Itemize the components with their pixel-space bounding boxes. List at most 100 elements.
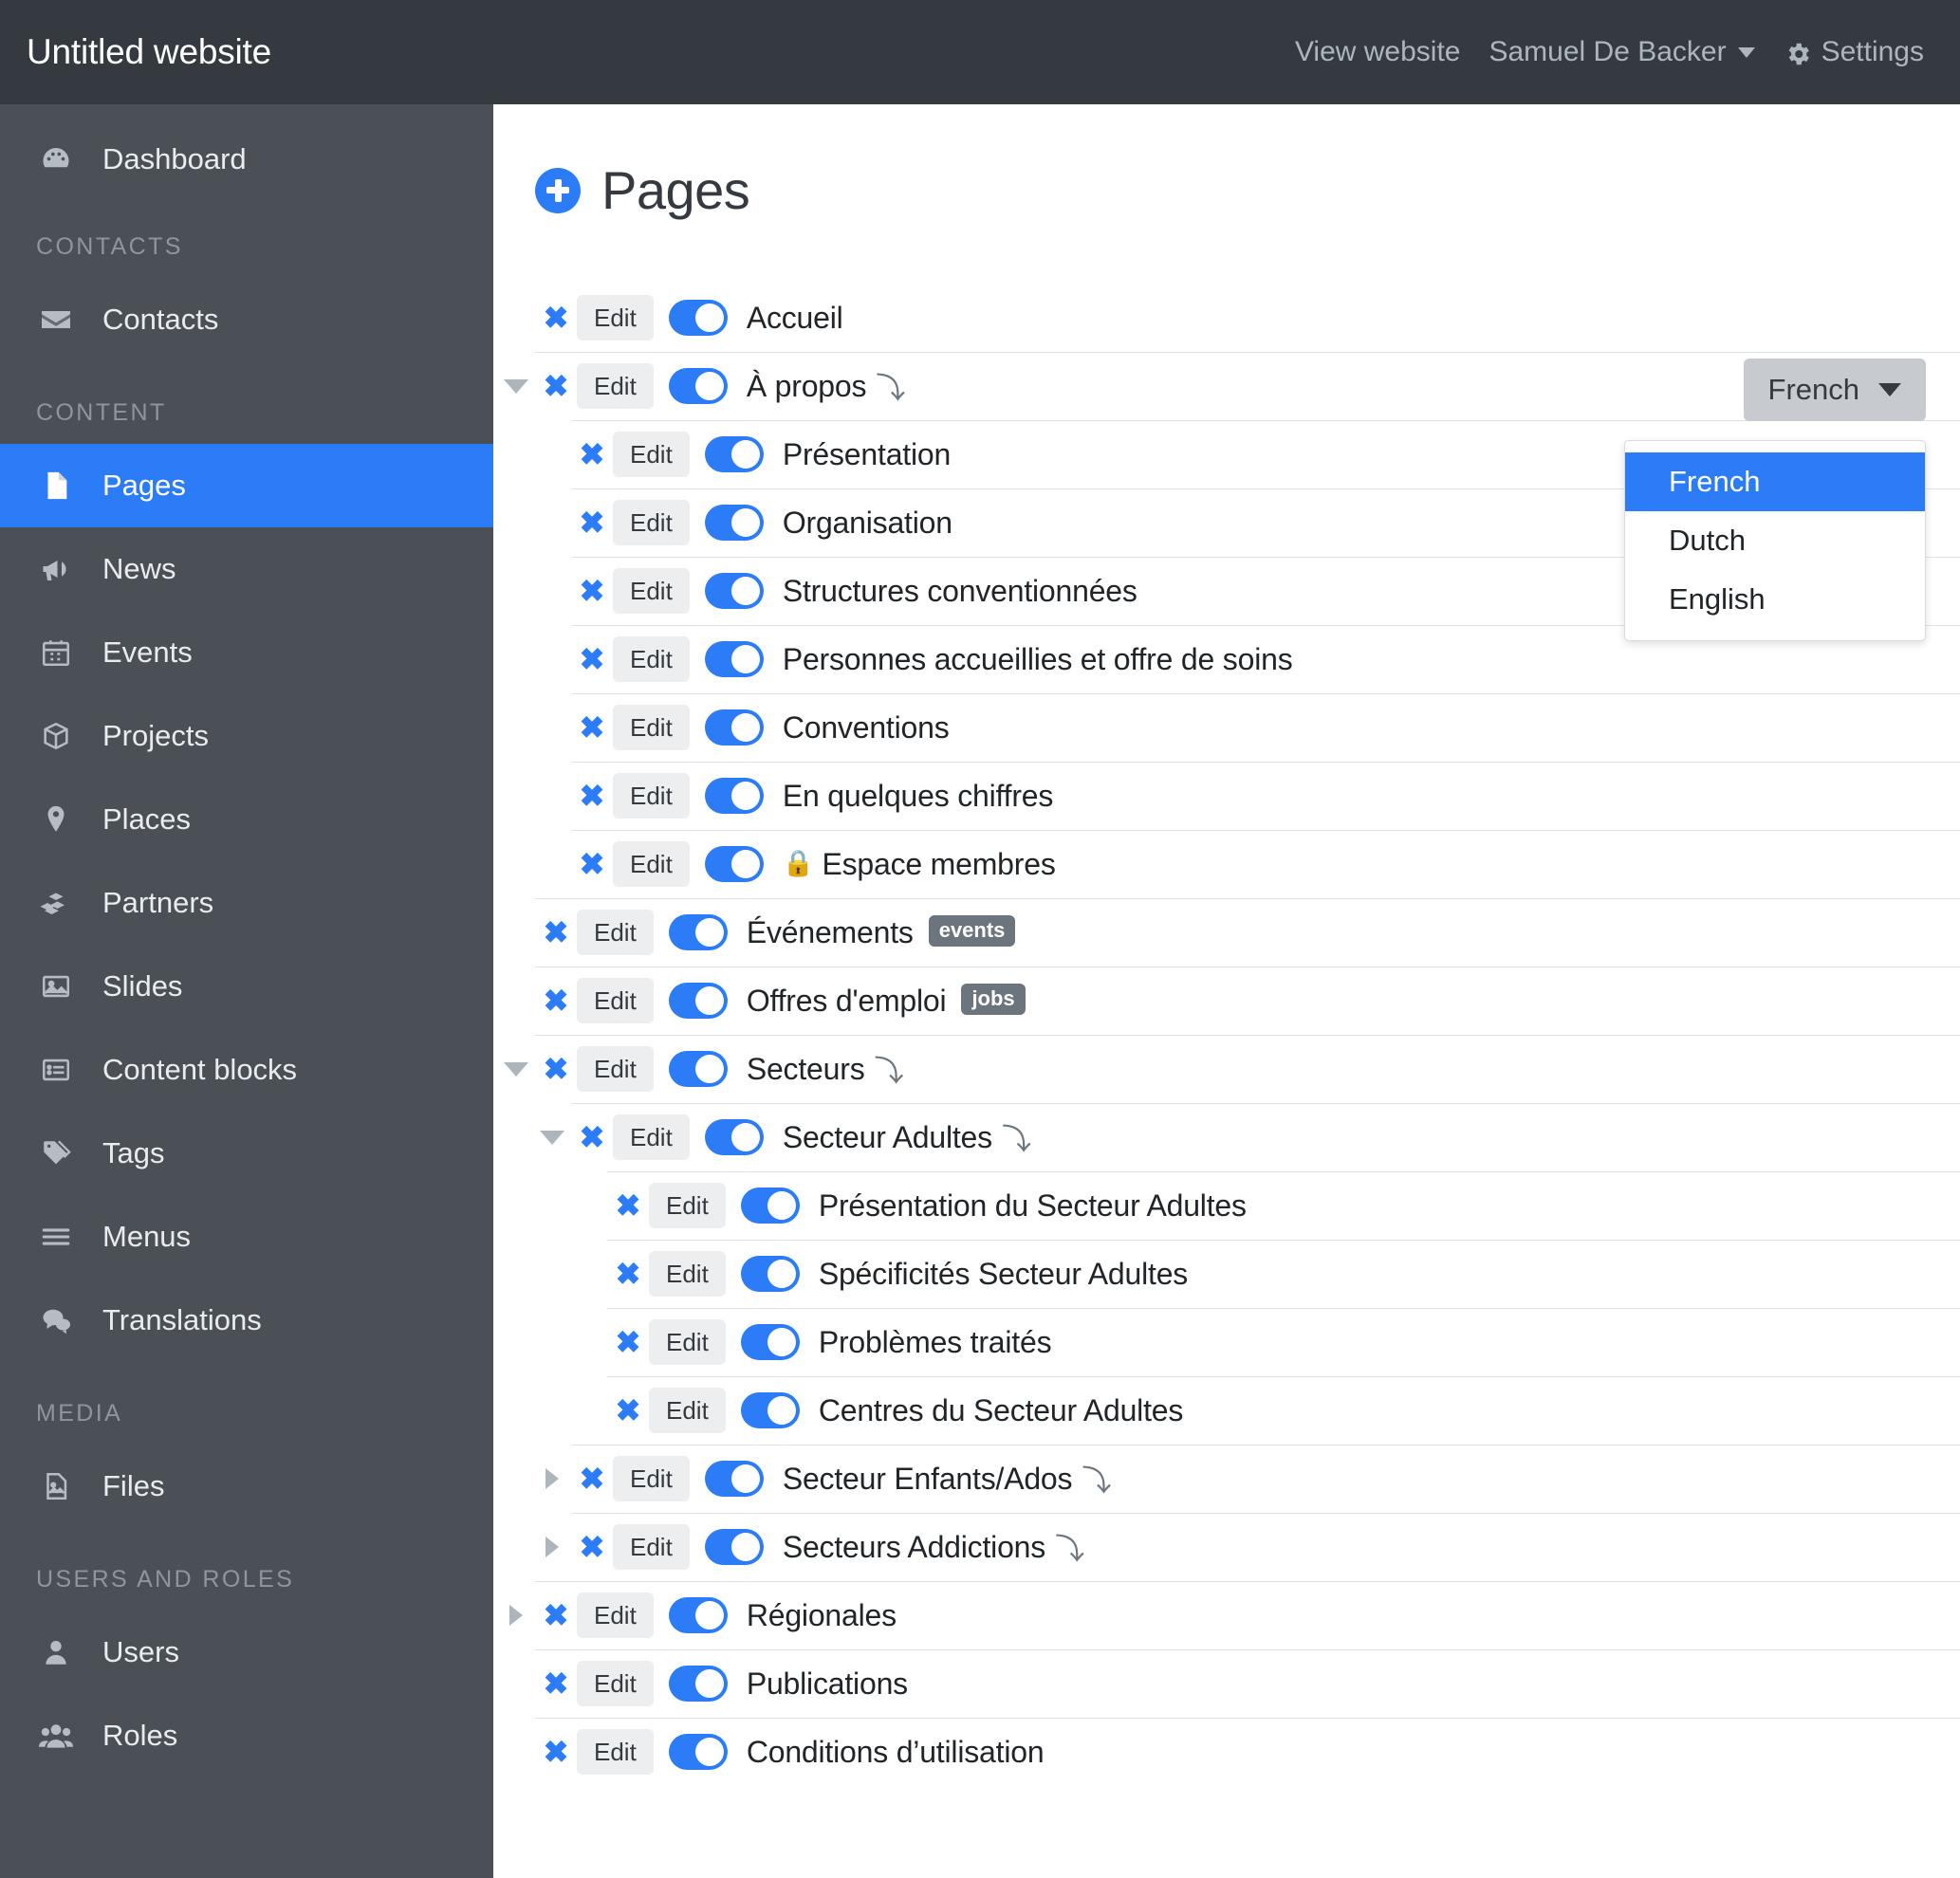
delete-page-icon[interactable]: ✖ — [607, 1259, 649, 1289]
delete-page-icon[interactable]: ✖ — [535, 1737, 577, 1767]
sidebar-item-users[interactable]: Users — [0, 1611, 493, 1694]
language-option-dutch[interactable]: Dutch — [1625, 511, 1925, 570]
publish-toggle[interactable] — [668, 914, 728, 950]
sidebar-item-events[interactable]: Events — [0, 611, 493, 694]
edit-button[interactable]: Edit — [613, 1455, 690, 1502]
sidebar-item-menus[interactable]: Menus — [0, 1195, 493, 1279]
collapse-triangle-icon[interactable] — [497, 1061, 535, 1077]
expand-triangle-icon[interactable] — [533, 1468, 571, 1489]
edit-button[interactable]: Edit — [577, 909, 654, 956]
publish-toggle[interactable] — [704, 709, 764, 746]
sidebar-item-projects[interactable]: Projects — [0, 694, 493, 778]
publish-toggle[interactable] — [704, 573, 764, 609]
edit-button[interactable]: Edit — [613, 1523, 690, 1571]
edit-button[interactable]: Edit — [613, 1114, 690, 1161]
edit-button[interactable]: Edit — [649, 1387, 726, 1434]
publish-toggle[interactable] — [704, 1461, 764, 1497]
edit-button[interactable]: Edit — [577, 1728, 654, 1776]
delete-page-icon[interactable]: ✖ — [571, 849, 613, 879]
publish-toggle[interactable] — [704, 641, 764, 677]
delete-page-icon[interactable]: ✖ — [535, 985, 577, 1016]
edit-button[interactable]: Edit — [613, 635, 690, 683]
delete-page-icon[interactable]: ✖ — [535, 1668, 577, 1699]
delete-page-icon[interactable]: ✖ — [571, 644, 613, 674]
delete-page-icon[interactable]: ✖ — [607, 1395, 649, 1426]
edit-button[interactable]: Edit — [577, 1592, 654, 1639]
delete-page-icon[interactable]: ✖ — [535, 371, 577, 401]
add-page-button[interactable] — [535, 167, 581, 213]
user-menu[interactable]: Samuel De Backer — [1488, 36, 1755, 68]
publish-toggle[interactable] — [704, 1529, 764, 1565]
publish-toggle[interactable] — [668, 1051, 728, 1087]
publish-toggle[interactable] — [704, 1119, 764, 1155]
edit-button[interactable]: Edit — [613, 567, 690, 615]
delete-page-icon[interactable]: ✖ — [571, 439, 613, 470]
publish-toggle[interactable] — [668, 1734, 728, 1770]
sidebar-item-contacts[interactable]: Contacts — [0, 278, 493, 361]
sidebar-item-places[interactable]: Places — [0, 778, 493, 861]
delete-page-icon[interactable]: ✖ — [571, 507, 613, 538]
delete-page-icon[interactable]: ✖ — [607, 1190, 649, 1221]
publish-toggle[interactable] — [668, 983, 728, 1019]
delete-page-icon[interactable]: ✖ — [607, 1327, 649, 1357]
edit-button[interactable]: Edit — [577, 1045, 654, 1093]
delete-page-icon[interactable]: ✖ — [571, 781, 613, 811]
edit-button[interactable]: Edit — [613, 772, 690, 819]
user-icon — [36, 1636, 76, 1668]
expand-triangle-icon[interactable] — [497, 1605, 535, 1626]
delete-page-icon[interactable]: ✖ — [535, 1054, 577, 1084]
edit-button[interactable]: Edit — [613, 431, 690, 478]
sidebar-item-dashboard[interactable]: Dashboard — [0, 118, 493, 201]
edit-button[interactable]: Edit — [649, 1250, 726, 1298]
view-website-link[interactable]: View website — [1295, 36, 1461, 68]
sidebar-item-tags[interactable]: Tags — [0, 1112, 493, 1195]
collapse-triangle-icon[interactable] — [497, 378, 535, 394]
delete-page-icon[interactable]: ✖ — [535, 917, 577, 948]
language-dropdown-button[interactable]: French — [1743, 359, 1926, 421]
edit-button[interactable]: Edit — [577, 362, 654, 410]
edit-button[interactable]: Edit — [649, 1318, 726, 1366]
edit-button[interactable]: Edit — [613, 840, 690, 888]
publish-toggle[interactable] — [668, 1666, 728, 1702]
sidebar-item-files[interactable]: Files — [0, 1445, 493, 1528]
language-option-french[interactable]: French — [1625, 452, 1925, 511]
delete-page-icon[interactable]: ✖ — [571, 1532, 613, 1562]
sidebar-item-content-blocks[interactable]: Content blocks — [0, 1028, 493, 1112]
delete-page-icon[interactable]: ✖ — [571, 576, 613, 606]
edit-button[interactable]: Edit — [613, 704, 690, 751]
sidebar-item-translations[interactable]: Translations — [0, 1279, 493, 1362]
delete-page-icon[interactable]: ✖ — [571, 1122, 613, 1152]
sidebar-item-pages[interactable]: Pages — [0, 444, 493, 527]
publish-toggle[interactable] — [668, 300, 728, 336]
sidebar-item-news[interactable]: News — [0, 527, 493, 611]
sidebar-item-partners[interactable]: Partners — [0, 861, 493, 945]
main-content: Pages French French Dutch English ✖ Edit A… — [493, 104, 1960, 1878]
edit-button[interactable]: Edit — [577, 294, 654, 341]
publish-toggle[interactable] — [668, 368, 728, 404]
publish-toggle[interactable] — [740, 1188, 800, 1224]
redirect-arrow-icon: ⤵ — [1055, 1532, 1085, 1566]
language-option-english[interactable]: English — [1625, 570, 1925, 629]
publish-toggle[interactable] — [704, 846, 764, 882]
publish-toggle[interactable] — [704, 436, 764, 472]
publish-toggle[interactable] — [740, 1256, 800, 1292]
delete-page-icon[interactable]: ✖ — [571, 712, 613, 743]
sidebar-item-roles[interactable]: Roles — [0, 1694, 493, 1777]
publish-toggle[interactable] — [668, 1597, 728, 1633]
edit-button[interactable]: Edit — [649, 1182, 726, 1229]
edit-button[interactable]: Edit — [577, 977, 654, 1024]
collapse-triangle-icon[interactable] — [533, 1130, 571, 1145]
delete-page-icon[interactable]: ✖ — [571, 1464, 613, 1494]
sidebar-item-slides[interactable]: Slides — [0, 945, 493, 1028]
page-title: Pages — [601, 160, 750, 220]
delete-page-icon[interactable]: ✖ — [535, 303, 577, 333]
publish-toggle[interactable] — [740, 1392, 800, 1428]
publish-toggle[interactable] — [704, 505, 764, 541]
delete-page-icon[interactable]: ✖ — [535, 1600, 577, 1630]
edit-button[interactable]: Edit — [577, 1660, 654, 1707]
settings-link[interactable]: Settings — [1784, 36, 1924, 68]
edit-button[interactable]: Edit — [613, 499, 690, 546]
publish-toggle[interactable] — [704, 778, 764, 814]
expand-triangle-icon[interactable] — [533, 1537, 571, 1557]
publish-toggle[interactable] — [740, 1324, 800, 1360]
